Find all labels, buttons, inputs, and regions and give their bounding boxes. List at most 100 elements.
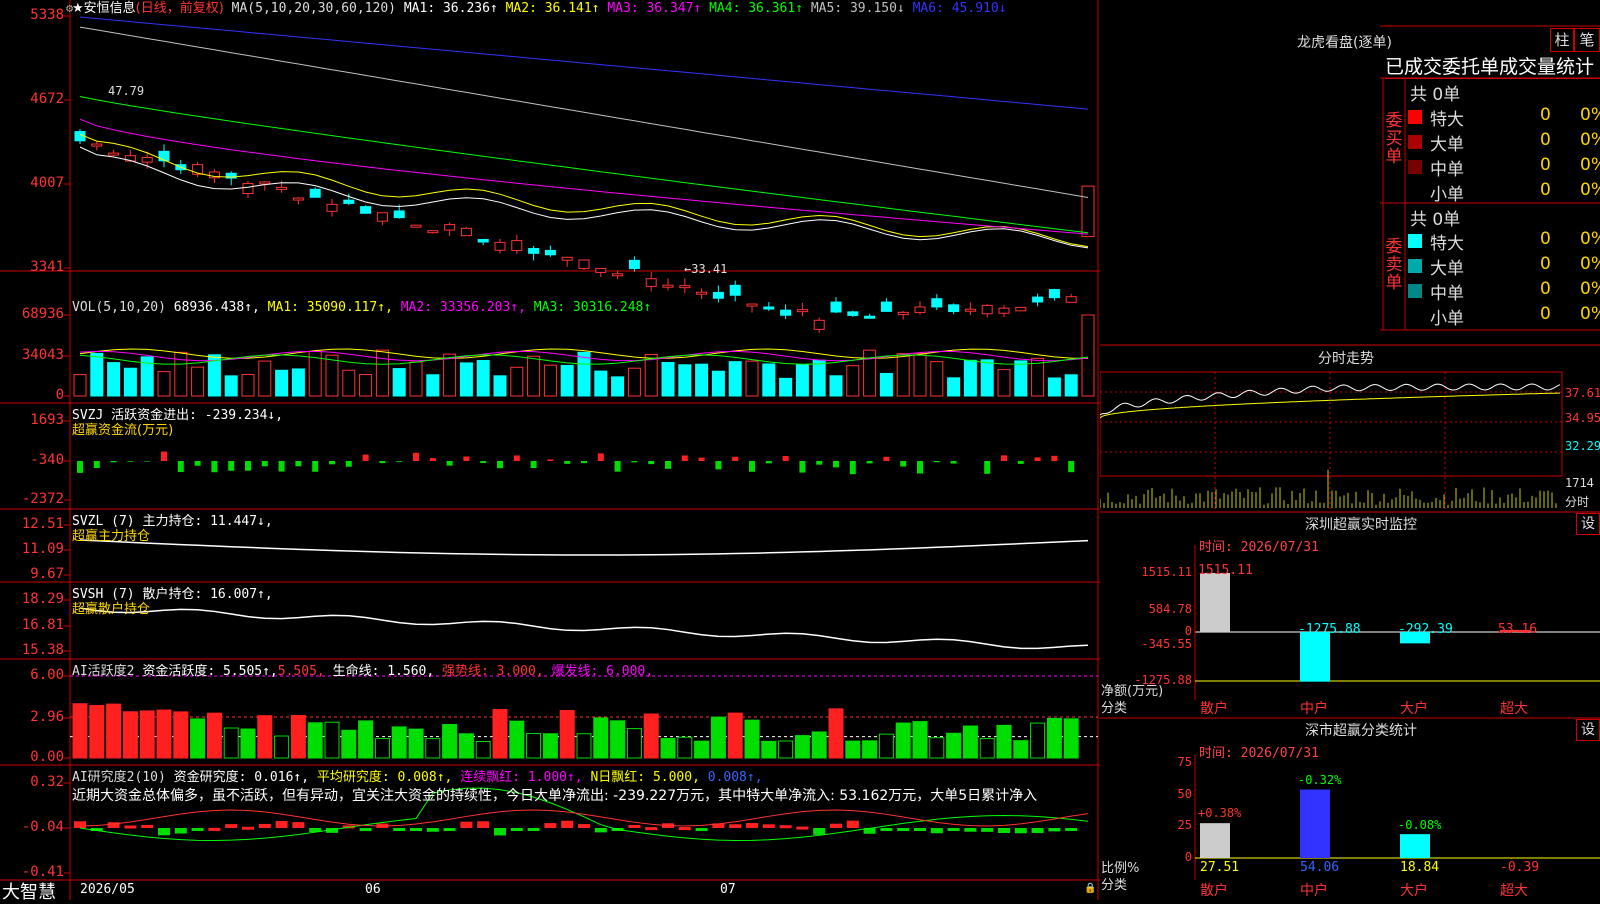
- volume-bar: [528, 356, 540, 396]
- candle-body: [613, 274, 623, 276]
- settings-icon[interactable]: ⚙: [66, 1, 73, 15]
- volume-bar: [679, 365, 691, 396]
- candle-body: [747, 304, 757, 306]
- candle-body: [579, 260, 589, 268]
- chart-canvas[interactable]: [0, 0, 1100, 900]
- axis-tick-label: 12.51: [22, 516, 64, 532]
- candle-body: [881, 302, 891, 311]
- candle-body: [646, 279, 656, 287]
- monitor-settings-button[interactable]: 设: [1576, 513, 1600, 535]
- activity-bar: [846, 741, 860, 758]
- research-bar: [444, 828, 456, 831]
- sell-name: 小单: [1430, 304, 1464, 329]
- volume-bar: [696, 364, 708, 396]
- candle-body: [260, 182, 270, 184]
- candle-body: [394, 211, 404, 218]
- research-bar: [847, 821, 859, 828]
- candle-body: [461, 228, 471, 235]
- research-bar: [981, 828, 993, 832]
- research-bar: [528, 828, 540, 831]
- fund-flow-bar: [531, 461, 537, 468]
- intraday-axis-label: 37.61: [1565, 386, 1600, 400]
- activity-bar: [594, 718, 608, 758]
- axis-tick-label: 16.81: [22, 617, 64, 633]
- monitor-bar-value: 1515.11: [1198, 563, 1253, 578]
- volume-bar: [225, 376, 237, 396]
- research-bar: [494, 828, 506, 835]
- stock-header: ★安恒信息(日线，前复权) MA(5,10,20,30,60,120) MA1:…: [72, 0, 1007, 17]
- bar-mode-button[interactable]: 柱: [1550, 28, 1574, 52]
- buy-pct: 0%: [1580, 130, 1600, 150]
- ma-params: MA(5,10,20,30,60,120): [232, 1, 396, 16]
- lock-icon[interactable]: 🔒: [1084, 883, 1096, 894]
- volume-bar: [1065, 375, 1077, 396]
- fund-flow-bar: [497, 461, 503, 468]
- volume-bar: [242, 374, 254, 396]
- fund-flow-bar: [581, 461, 587, 463]
- svzj-title: 超赢资金流(万元): [72, 419, 173, 438]
- candle-body: [478, 239, 488, 242]
- high-price-mark: 47.79: [108, 84, 144, 98]
- fund-flow-bar: [682, 455, 688, 461]
- sell-pct: 0%: [1580, 254, 1600, 274]
- candle-body: [680, 286, 690, 288]
- monitor-category: 超大: [1500, 698, 1528, 718]
- fund-flow-bar: [94, 461, 100, 468]
- fund-flow-bar: [799, 461, 805, 473]
- sell-swatch: [1408, 309, 1422, 323]
- research-bar: [276, 821, 288, 828]
- fund-flow-bar: [783, 456, 789, 461]
- sell-pct: 0%: [1580, 229, 1600, 249]
- classify-title: 深市超赢分类统计: [1305, 720, 1417, 740]
- research-bar: [729, 824, 741, 828]
- fund-flow-bar: [262, 461, 268, 466]
- activity-bar: [493, 710, 507, 758]
- research-avg-line: [80, 810, 1088, 826]
- axis-tick-label: 15.38: [22, 642, 64, 658]
- candle-body: [932, 299, 942, 307]
- fund-flow-bar: [934, 461, 940, 462]
- intraday-chart: [1100, 372, 1562, 510]
- ma-legend-2: MA2: 36.141↑: [498, 1, 600, 16]
- svzl-title: 超赢主力持仓: [72, 525, 150, 544]
- fund-flow-bar: [447, 461, 453, 466]
- activity-bar: [863, 741, 877, 758]
- sell-count: 0: [1540, 229, 1551, 249]
- buy-count: 0: [1540, 130, 1551, 150]
- volume-bar: [914, 353, 926, 396]
- volume-bar: [645, 354, 657, 396]
- volume-bar: [981, 360, 993, 396]
- intraday-frame: [1100, 372, 1562, 476]
- research-bar: [427, 828, 439, 832]
- fund-flow-bar: [1051, 456, 1057, 461]
- candle-body: [629, 260, 639, 268]
- fund-flow-bar: [480, 461, 486, 463]
- volume-bar: [91, 353, 103, 396]
- tick-mode-button[interactable]: 笔: [1574, 28, 1600, 52]
- axis-tick-label: 9.67: [30, 566, 64, 582]
- fund-flow-bar: [766, 461, 772, 463]
- buy-count: 0: [1540, 155, 1551, 175]
- fund-flow-bar: [463, 456, 469, 461]
- sell-name: 中单: [1430, 279, 1464, 304]
- activity-bar: [325, 722, 339, 758]
- ai-research-header: AI研究度2(10) 资金研究度: 0.016↑, 平均研究度: 0.008↑,…: [72, 766, 763, 785]
- activity-bar: [611, 721, 625, 758]
- fund-flow-bar: [312, 461, 318, 472]
- axis-tick-label: -0.04: [22, 819, 64, 835]
- fund-flow-bar: [245, 461, 251, 471]
- research-bar: [460, 822, 472, 828]
- classify-value: -0.39: [1500, 860, 1539, 875]
- activity-bar: [1047, 718, 1061, 758]
- axis-tick-label: 6.00: [30, 667, 64, 683]
- classify-settings-button[interactable]: 设: [1576, 719, 1600, 741]
- fund-flow-bar: [161, 452, 167, 461]
- fund-flow-bar: [1068, 461, 1074, 472]
- fund-flow-bar: [413, 453, 419, 461]
- axis-tick-label: 5338: [30, 7, 64, 23]
- classify-category: 散户: [1200, 880, 1228, 900]
- buy-swatch: [1408, 160, 1422, 174]
- app-logo: 大智慧: [2, 878, 56, 904]
- stock-name[interactable]: ★安恒信息: [72, 1, 136, 16]
- activity-bar: [560, 710, 574, 758]
